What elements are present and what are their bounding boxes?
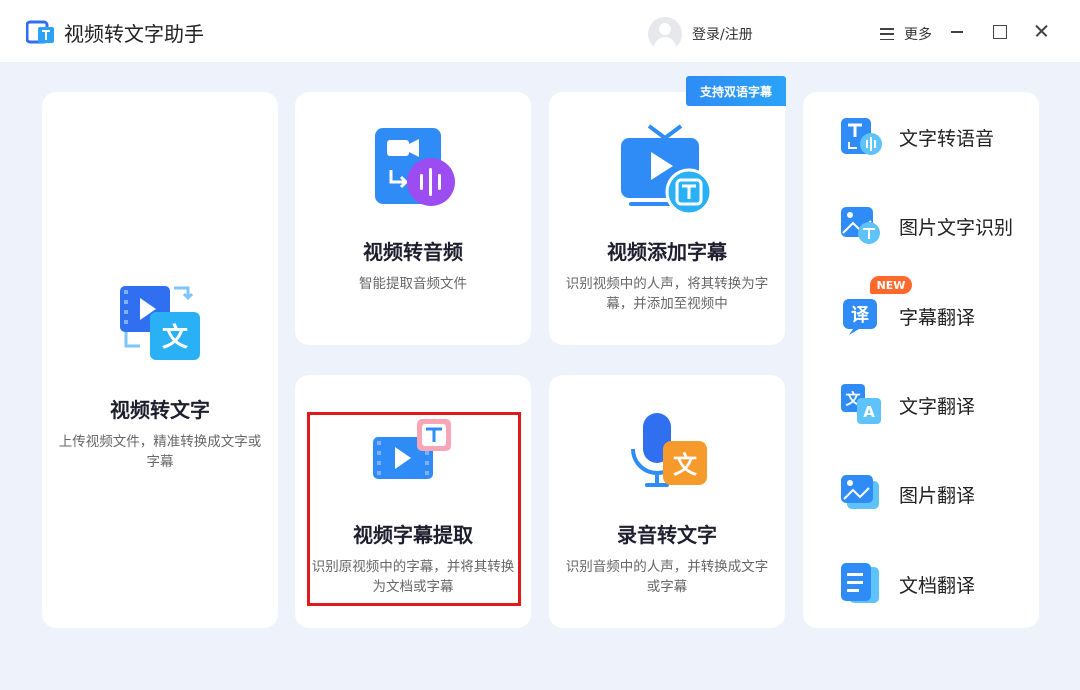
maximize-button[interactable]	[988, 20, 1010, 42]
tool-item-text-to-speech[interactable]: 文字转语音	[803, 108, 1039, 164]
minimize-button[interactable]	[946, 20, 968, 42]
card-desc: 上传视频文件，精准转换成文字或字幕	[58, 434, 262, 470]
tool-item-text-translate[interactable]: 文 A 文字翻译	[803, 376, 1039, 432]
tool-label: 文字转语音	[899, 128, 995, 150]
tool-label: 图片文字识别	[899, 217, 1014, 239]
more-menu-button[interactable]: 更多	[880, 24, 932, 44]
subtitle-translate-icon: 译	[843, 299, 877, 335]
text-translate-icon: 文 A	[841, 384, 881, 424]
card-title: 视频字幕提取	[353, 523, 473, 547]
card-desc: 识别视频中的人声，将其转换为字幕，并添加至视频中	[565, 276, 769, 312]
tool-label: 文字翻译	[899, 396, 976, 418]
tool-item-subtitle-translate[interactable]: 译 字幕翻译	[803, 287, 1039, 343]
video-to-audio-icon	[375, 128, 455, 206]
tool-label: 字幕翻译	[899, 307, 976, 329]
card-title: 视频添加字幕	[607, 240, 727, 264]
microphone-text-icon: 文	[631, 413, 707, 487]
card-desc: 识别音频中的人声，并转换成文字或字幕	[565, 559, 769, 595]
tv-subtitle-icon	[621, 124, 713, 214]
image-translate-icon	[841, 475, 879, 509]
tool-label: 文档翻译	[899, 575, 976, 597]
more-menu-label: 更多	[904, 27, 932, 43]
card-add-subtitle[interactable]: 视频添加字幕 识别视频中的人声，将其转换为字幕，并添加至视频中	[549, 92, 785, 345]
tool-label: 图片翻译	[899, 485, 976, 507]
card-title: 视频转文字	[110, 398, 210, 422]
tool-item-image-ocr[interactable]: 图片文字识别	[803, 197, 1039, 253]
svg-text:文: 文	[673, 451, 698, 479]
app-logo-icon	[26, 20, 54, 44]
login-label: 登录/注册	[692, 27, 753, 43]
subtitle-extract-icon	[373, 419, 451, 479]
card-desc: 识别原视频中的字幕，并将其转换为文档或字幕	[311, 559, 515, 595]
card-extract-subtitle[interactable]: 视频字幕提取 识别原视频中的字幕，并将其转换为文档或字幕	[295, 375, 531, 628]
svg-text:A: A	[863, 403, 875, 421]
hamburger-icon	[880, 28, 894, 40]
card-record-to-text[interactable]: 文 录音转文字 识别音频中的人声，并转换成文字或字幕	[549, 375, 785, 628]
svg-text:文: 文	[162, 322, 189, 353]
card-title: 视频转音频	[363, 240, 463, 264]
tool-item-document-translate[interactable]: 文档翻译	[803, 555, 1039, 611]
card-desc: 智能提取音频文件	[359, 276, 467, 292]
close-button[interactable]	[1030, 20, 1052, 42]
card-title: 录音转文字	[617, 523, 717, 547]
tool-item-image-translate[interactable]: 图片翻译	[803, 465, 1039, 521]
bilingual-subtitle-ribbon: 支持双语字幕	[686, 76, 786, 106]
app-title: 视频转文字助手	[64, 22, 204, 46]
text-to-speech-icon	[841, 118, 882, 155]
document-translate-icon	[841, 563, 879, 603]
video-to-text-icon: 文	[120, 286, 200, 360]
card-video-to-text[interactable]: 文 视频转文字 上传视频文件，精准转换成文字或字幕	[42, 92, 278, 628]
tool-panel: 文字转语音 图片文字识别 译 字幕翻译 文 A 文字翻译 图片翻译 文档翻译	[803, 92, 1039, 628]
title-bar: 视频转文字助手 登录/注册 更多	[0, 0, 1080, 62]
login-button[interactable]: 登录/注册	[648, 17, 753, 51]
image-ocr-icon	[841, 207, 880, 244]
card-video-to-audio[interactable]: 视频转音频 智能提取音频文件	[295, 92, 531, 345]
avatar	[648, 17, 682, 51]
new-badge: NEW	[870, 276, 912, 294]
svg-text:译: 译	[851, 305, 870, 326]
